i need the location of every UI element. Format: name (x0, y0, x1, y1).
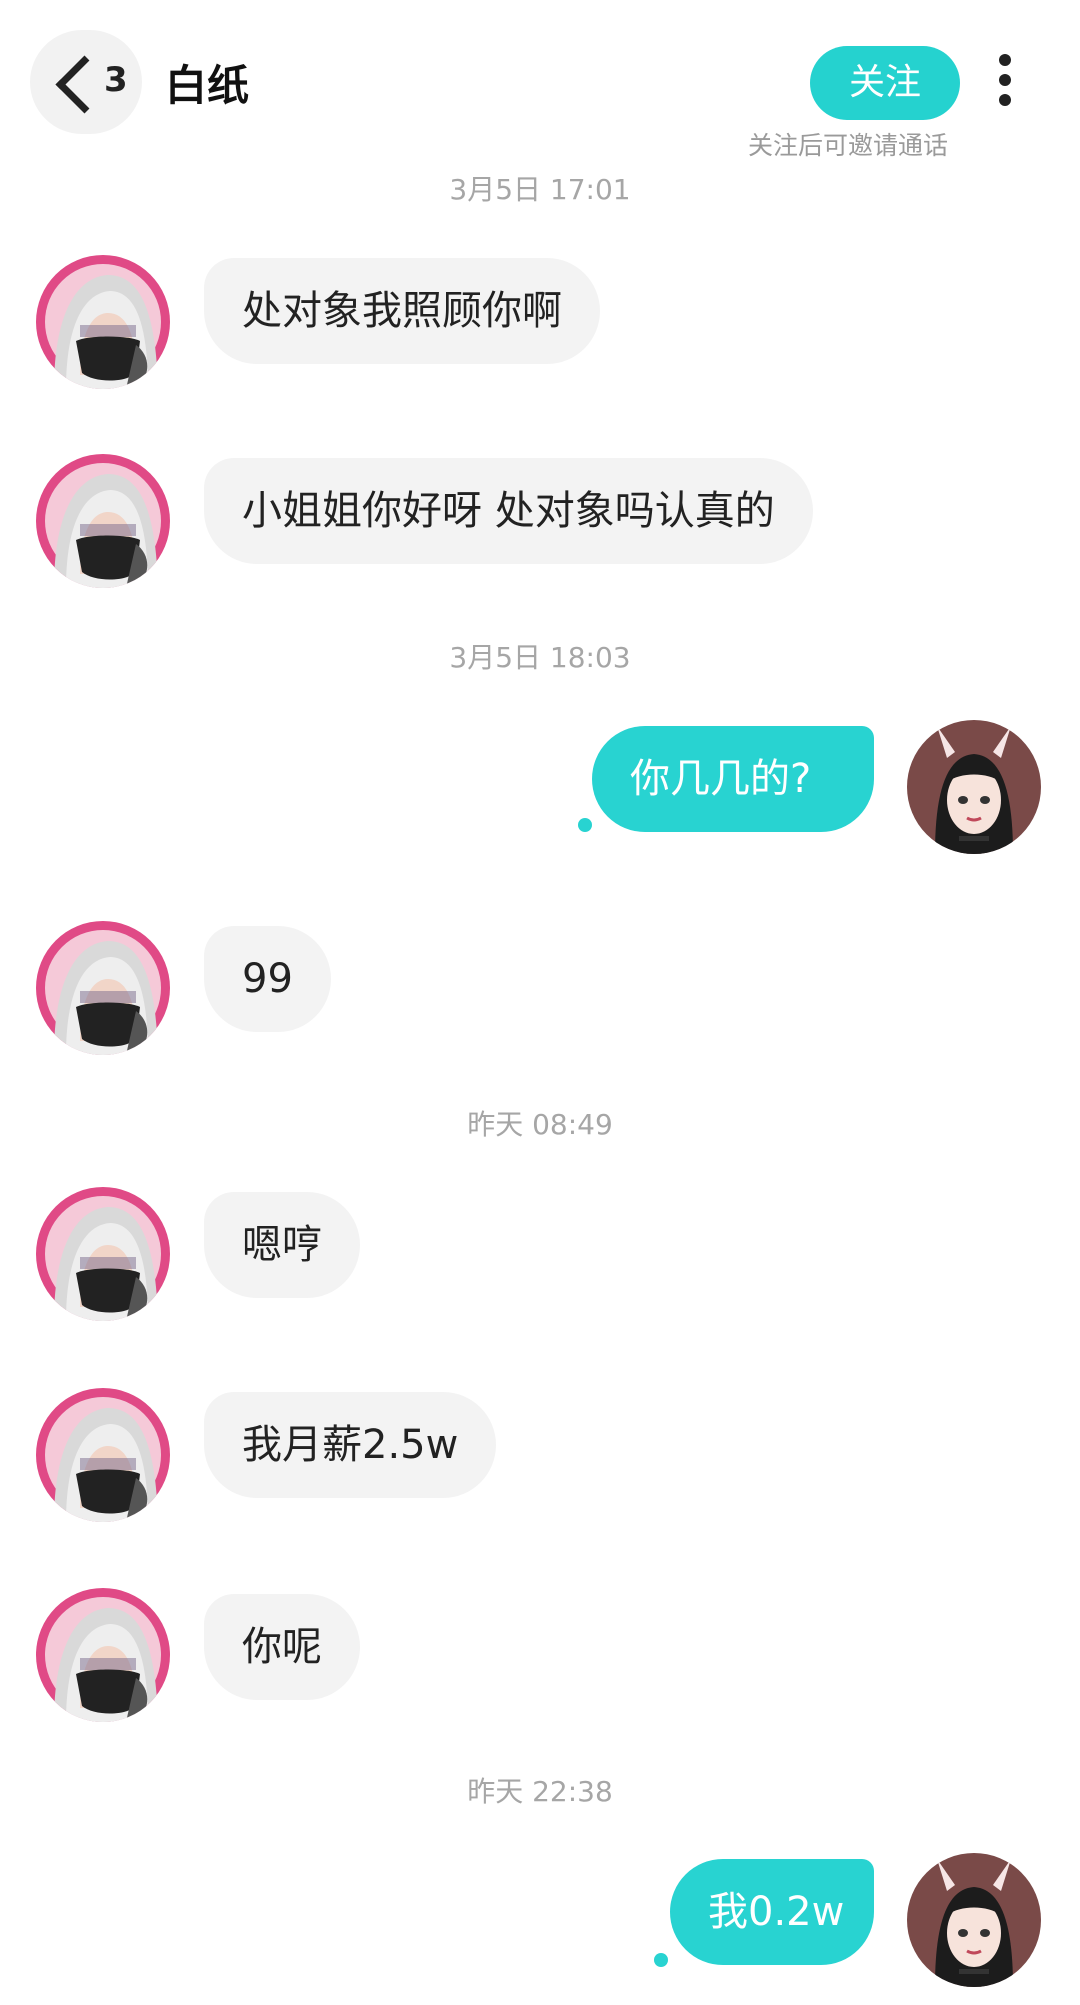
follow-button[interactable]: 关注 (810, 46, 960, 120)
follow-hint: 关注后可邀请通话 (748, 131, 949, 160)
contact-avatar[interactable] (36, 1388, 170, 1522)
read-indicator-dot (578, 818, 592, 832)
more-vertical-icon[interactable] (990, 54, 1020, 116)
message-bubble-incoming[interactable]: 小姐姐你好呀 处对象吗认真的 (204, 458, 813, 564)
timestamp: 昨天 22:38 (467, 1775, 613, 1808)
my-avatar[interactable] (907, 1853, 1041, 1987)
back-button[interactable]: 3 (30, 30, 142, 134)
message-bubble-incoming[interactable]: 99 (204, 926, 331, 1032)
chat-title: 白纸 (165, 61, 250, 110)
message-bubble-outgoing[interactable]: 你几几的? (592, 726, 874, 832)
contact-avatar[interactable] (36, 454, 170, 588)
contact-avatar[interactable] (36, 1588, 170, 1722)
message-bubble-incoming[interactable]: 你呢 (204, 1594, 360, 1700)
contact-avatar[interactable] (36, 921, 170, 1055)
message-bubble-incoming[interactable]: 我月薪2.5w (204, 1392, 497, 1498)
read-indicator-dot (654, 1953, 668, 1967)
contact-avatar[interactable] (36, 255, 170, 389)
timestamp: 3月5日 17:01 (449, 173, 631, 206)
unread-count: 3 (104, 60, 128, 100)
message-bubble-incoming[interactable]: 处对象我照顾你啊 (204, 258, 600, 364)
contact-avatar[interactable] (36, 1187, 170, 1321)
message-bubble-incoming[interactable]: 嗯哼 (204, 1192, 360, 1298)
message-bubble-outgoing[interactable]: 我0.2w (670, 1859, 874, 1965)
my-avatar[interactable] (907, 720, 1041, 854)
timestamp: 昨天 08:49 (467, 1108, 613, 1141)
timestamp: 3月5日 18:03 (449, 641, 631, 674)
